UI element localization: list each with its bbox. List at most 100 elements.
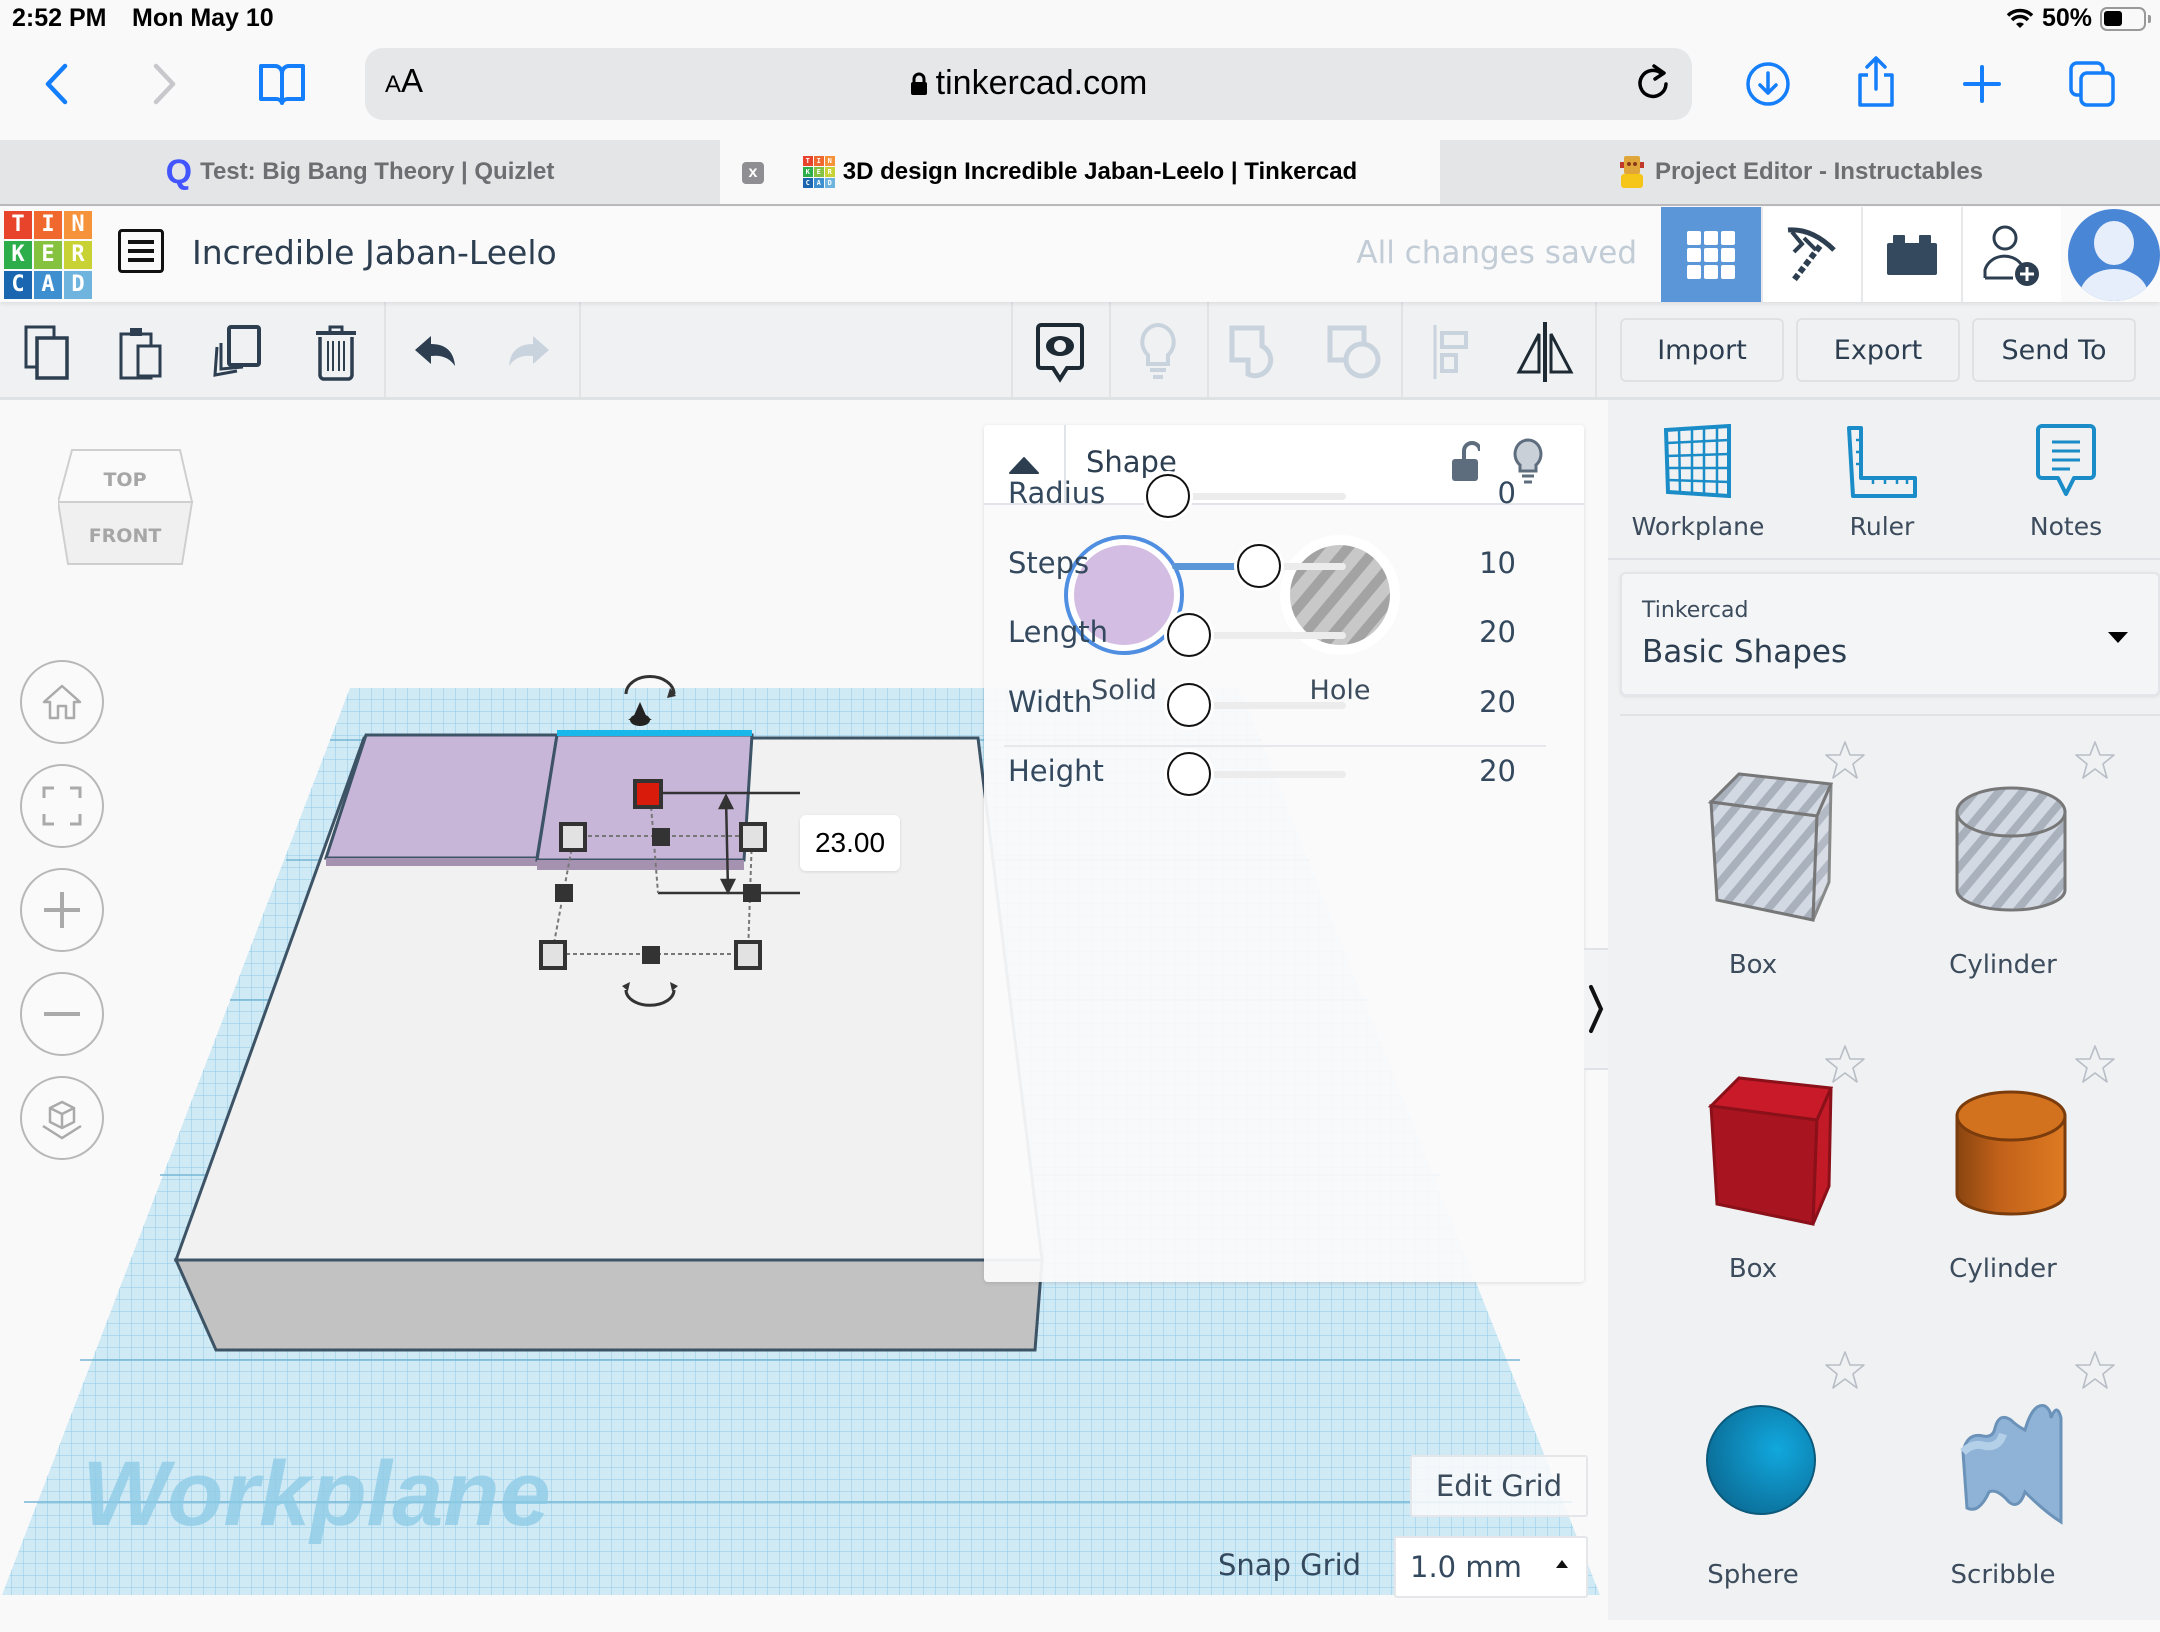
new-tab-button[interactable]	[1960, 62, 2004, 106]
favorite-star-icon[interactable]	[1824, 1350, 1866, 1390]
light-button[interactable]	[1128, 322, 1188, 382]
tab-tinkercad[interactable]: x TIN KER CAD 3D design Incredible Jaban-L…	[720, 140, 1440, 204]
view-cube-front[interactable]: FRONT	[89, 525, 162, 547]
shape-item-cylinder-solid[interactable]: Cylinder	[1878, 1026, 2128, 1326]
param-value[interactable]: 20	[1479, 615, 1516, 649]
downloads-button[interactable]	[1744, 60, 1792, 108]
copy-button[interactable]	[18, 322, 78, 382]
param-label: Length	[1008, 615, 1109, 649]
fit-all-button[interactable]	[20, 764, 104, 848]
user-avatar[interactable]	[2068, 209, 2160, 301]
tab-quizlet[interactable]: Q Test: Big Bang Theory | Quizlet	[0, 140, 720, 204]
param-slider-thumb[interactable]	[1167, 683, 1212, 727]
favorite-star-icon[interactable]	[1824, 740, 1866, 780]
align-button[interactable]	[1422, 322, 1482, 382]
side-handle[interactable]	[642, 946, 660, 964]
forward-button[interactable]	[145, 62, 185, 106]
zoom-out-button[interactable]	[20, 972, 104, 1056]
home-view-button[interactable]	[20, 660, 104, 744]
side-handle[interactable]	[652, 828, 670, 846]
corner-handle[interactable]	[539, 940, 567, 970]
favorite-star-icon[interactable]	[1824, 1044, 1866, 1084]
duplicate-button[interactable]	[208, 322, 268, 382]
workplane-tool-label: Workplane	[1631, 512, 1765, 541]
notes-visibility-button[interactable]	[1030, 322, 1090, 383]
edit-grid-button[interactable]: Edit Grid	[1410, 1455, 1588, 1517]
shape-item-box-solid[interactable]: Box	[1628, 1026, 1878, 1326]
redo-button[interactable]	[498, 322, 558, 382]
3d-view-button[interactable]	[1661, 207, 1761, 302]
view-cube-top[interactable]: TOP	[103, 469, 146, 491]
back-button[interactable]	[36, 62, 76, 106]
design-title[interactable]: Incredible Jaban-Leelo	[192, 233, 557, 272]
wifi-icon	[2006, 8, 2034, 28]
shape-library-select[interactable]: Tinkercad Basic Shapes	[1620, 572, 2160, 696]
snap-grid-select[interactable]: 1.0 mm	[1394, 1536, 1588, 1598]
shape-label: Cylinder	[1949, 1254, 2057, 1284]
tab-overview-button[interactable]	[2066, 58, 2118, 110]
corner-handle[interactable]	[559, 822, 587, 852]
corner-handle[interactable]	[739, 822, 767, 852]
book-icon	[259, 64, 305, 105]
mirror-button[interactable]	[1515, 322, 1575, 382]
side-handle[interactable]	[743, 884, 761, 902]
codeblocks-button[interactable]	[1761, 207, 1861, 302]
close-tab-icon[interactable]: x	[742, 162, 764, 184]
ruler-tool[interactable]: Ruler	[1792, 424, 1972, 564]
delete-button[interactable]	[306, 322, 366, 382]
zoom-in-button[interactable]	[20, 868, 104, 952]
param-slider-thumb[interactable]	[1146, 474, 1190, 518]
notes-tool[interactable]: Notes	[1976, 424, 2156, 564]
favicon-letter: R	[824, 167, 835, 177]
copy-icon	[24, 325, 69, 380]
favorite-star-icon[interactable]	[2074, 1044, 2116, 1084]
tinkercad-logo[interactable]: TIN KER CAD	[4, 211, 92, 299]
paste-button[interactable]	[111, 322, 171, 382]
tab-instructables[interactable]: Project Editor - Instructables	[1440, 140, 2160, 204]
param-value[interactable]: 10	[1479, 546, 1516, 580]
param-value[interactable]: 0	[1498, 476, 1516, 510]
workplane-tool[interactable]: Workplane	[1608, 424, 1788, 564]
shape-item-scribble[interactable]: Scribble	[1878, 1332, 2128, 1632]
brick-icon	[1887, 234, 1937, 275]
purple-shape-left[interactable]	[323, 733, 559, 860]
workplane-icon	[1663, 424, 1731, 498]
url-display[interactable]: tinkercad.com	[365, 64, 1692, 103]
bookmarks-button[interactable]	[254, 60, 310, 108]
param-row-radius: Radius 0	[984, 466, 1584, 526]
ungroup-button[interactable]	[1324, 322, 1384, 382]
ortho-view-button[interactable]	[20, 1076, 104, 1160]
trash-icon	[316, 325, 356, 381]
dimension-value-input[interactable]: 23.00	[800, 815, 900, 871]
shape-item-box-hole[interactable]: Box	[1628, 722, 1878, 1022]
design-list-icon[interactable]	[118, 229, 164, 273]
send-to-button[interactable]: Send To	[1972, 318, 2136, 382]
import-button[interactable]: Import	[1620, 318, 1784, 382]
3d-viewport[interactable]: Workplane 23.00 TOP FRONT Shape Solid Ho…	[0, 400, 1608, 1620]
param-value[interactable]: 20	[1479, 754, 1516, 788]
export-button[interactable]: Export	[1796, 318, 1960, 382]
bricks-button[interactable]	[1861, 207, 1961, 302]
logo-letter: A	[34, 271, 62, 299]
shape-item-cylinder-hole[interactable]: Cylinder	[1878, 722, 2128, 1022]
param-value[interactable]: 20	[1479, 685, 1516, 719]
height-handle[interactable]	[633, 779, 663, 809]
invite-user-button[interactable]	[1961, 207, 2061, 302]
param-slider-thumb[interactable]	[1167, 752, 1212, 796]
reload-icon[interactable]	[1634, 62, 1674, 106]
shape-item-sphere[interactable]: Sphere	[1628, 1332, 1878, 1632]
toggle-shapes-panel[interactable]	[1584, 948, 1608, 1070]
corner-handle[interactable]	[734, 940, 762, 970]
base-box-side[interactable]	[173, 1258, 1044, 1352]
param-slider-thumb[interactable]	[1167, 613, 1212, 657]
undo-button[interactable]	[406, 322, 466, 382]
side-handle[interactable]	[555, 884, 573, 902]
param-slider-thumb[interactable]	[1237, 544, 1281, 588]
favorite-star-icon[interactable]	[2074, 740, 2116, 780]
share-button[interactable]	[1852, 54, 1900, 110]
group-button[interactable]	[1226, 322, 1286, 382]
address-bar[interactable]: AA tinkercad.com	[365, 48, 1692, 120]
param-slider-track[interactable]	[1172, 493, 1346, 500]
favorite-star-icon[interactable]	[2074, 1350, 2116, 1390]
view-cube[interactable]: TOP FRONT	[58, 448, 194, 608]
